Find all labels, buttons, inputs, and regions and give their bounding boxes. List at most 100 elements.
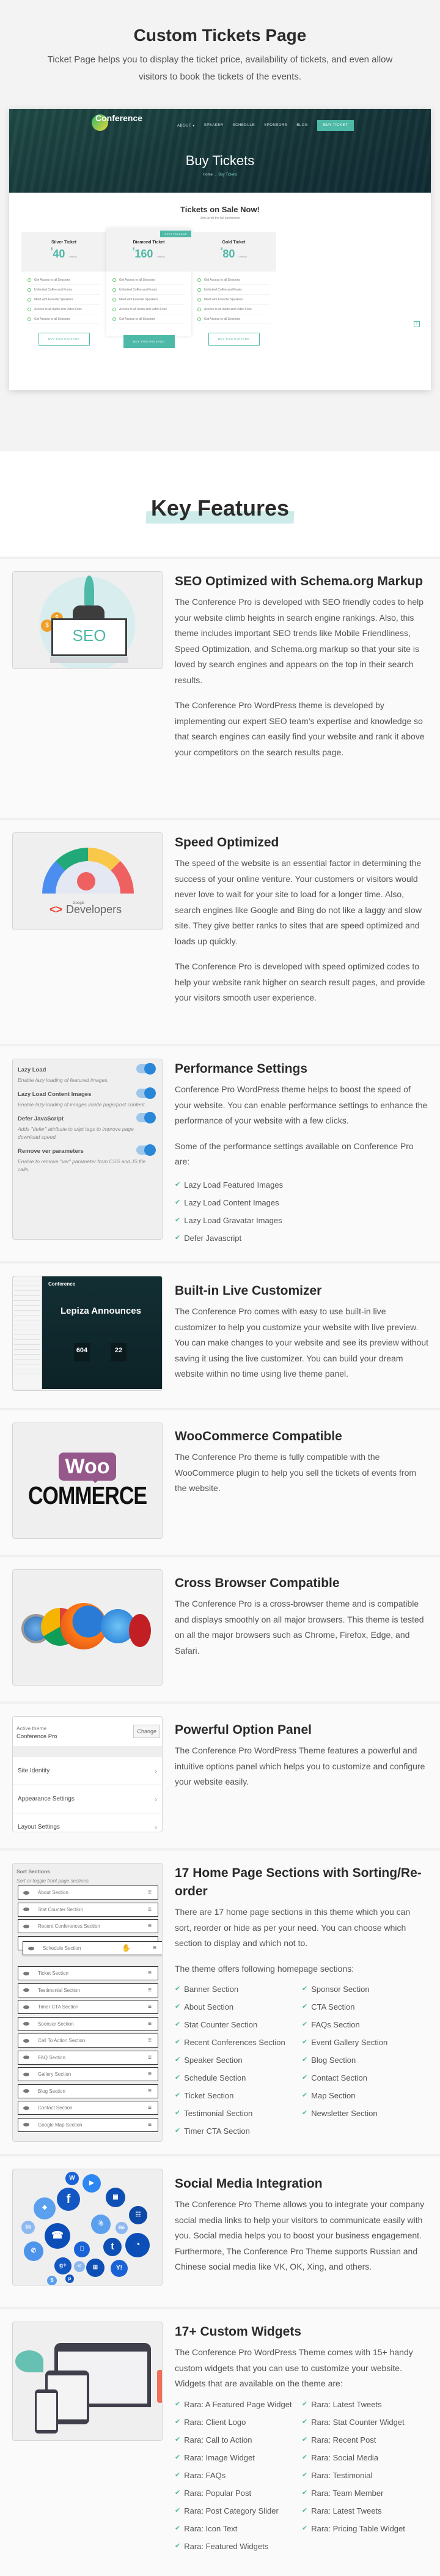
- android-icon: ☃: [91, 2215, 111, 2234]
- sortable-item[interactable]: Ticket Section ≡: [18, 1966, 158, 1980]
- ticket-name: Silver Ticket: [51, 240, 77, 245]
- breadcrumb-home[interactable]: Home: [203, 173, 213, 177]
- tickets-area: Tickets on Sale Now! Join us for the ful…: [9, 193, 431, 390]
- sortable-item[interactable]: Gallery Section ≡: [18, 2067, 158, 2081]
- sortable-item[interactable]: Blog Section ≡: [18, 2084, 158, 2098]
- sortable-item[interactable]: FAQ Section ≡: [18, 2050, 158, 2065]
- list-item: Rara: Team Member: [302, 2484, 429, 2502]
- eye-icon[interactable]: [23, 1890, 29, 1895]
- change-theme-button[interactable]: Change: [133, 1725, 160, 1738]
- drag-handle-icon[interactable]: ≡: [148, 2088, 152, 2095]
- sections-list: Banner SectionAbout SectionStat Counter …: [175, 1980, 429, 2140]
- eye-icon[interactable]: [23, 2072, 29, 2076]
- list-item: Rara: Popular Post: [175, 2484, 302, 2502]
- panel-item-site-identity[interactable]: Site Identity ›: [13, 1757, 162, 1785]
- drag-handle-icon[interactable]: ≡: [148, 2004, 152, 2010]
- toggle-switch[interactable]: [136, 1063, 156, 1075]
- drag-handle-icon[interactable]: ≡: [148, 2021, 152, 2027]
- sortable-item[interactable]: Recent Conferences Section ≡: [18, 1919, 158, 1933]
- feature-title: 17+ Custom Widgets: [175, 2325, 301, 2339]
- sortable-item-dragging[interactable]: Schedule Section ≡ ✋: [23, 1941, 162, 1955]
- list-item: Rara: Pricing Table Widget: [302, 2520, 429, 2537]
- drag-handle-icon[interactable]: ≡: [148, 1987, 152, 1994]
- sortable-item[interactable]: Google Map Section ≡: [18, 2117, 158, 2132]
- sortable-list: About Section ≡ Stat Counter Section ≡ Recen…: [16, 1886, 162, 2132]
- nav-schedule[interactable]: SCHEDULE: [233, 124, 255, 127]
- eye-icon[interactable]: [23, 2022, 29, 2026]
- drag-handle-icon[interactable]: ≡: [148, 2037, 152, 2044]
- sortable-item[interactable]: Call To Action Section ≡: [18, 2034, 158, 2048]
- drag-handle-icon[interactable]: ≡: [148, 2071, 152, 2078]
- nav-sponsors[interactable]: SPONSORS: [264, 124, 287, 127]
- commerce-wordmark: COMMERCE: [28, 1481, 147, 1510]
- cloud-icon: [73, 605, 105, 619]
- feature-item: Meet with Favorite Speakers: [112, 295, 185, 305]
- feature-item: Access to all Audio and Video Files: [28, 305, 100, 314]
- nav-speaker[interactable]: SPEAKER: [204, 124, 224, 127]
- list-item: Rara: Post Category Slider: [175, 2502, 302, 2520]
- eye-icon[interactable]: [23, 2089, 29, 2093]
- ticket-cards: Silver Ticket $40 / person Get Access to…: [21, 228, 277, 348]
- nav-blog[interactable]: BLOG: [296, 124, 308, 127]
- setting-description: Enable lazy loading of featured images.: [18, 1077, 109, 1083]
- ticket-page-screenshot: Conference ABOUT ▾ SPEAKER SCHEDULE SPON…: [9, 109, 431, 390]
- feature-widgets: 17+ Custom Widgets The Conference Pro Wo…: [0, 2307, 440, 2576]
- panel-item-appearance[interactable]: Appearance Settings ›: [13, 1785, 162, 1813]
- feature-item: Get Access to all Sessions: [197, 314, 270, 324]
- sortable-item-label: Recent Conferences Section: [38, 1923, 100, 1929]
- drag-handle-icon[interactable]: ≡: [148, 1889, 152, 1896]
- buy-package-button[interactable]: BUY THIS PACKAGE: [123, 335, 175, 348]
- sortable-item[interactable]: Timer CTA Section ≡: [18, 2000, 158, 2014]
- toggle-switch[interactable]: [136, 1144, 156, 1156]
- setting-row: Defer JavaScript Adds "defer" attribute …: [18, 1112, 157, 1141]
- drag-handle-icon[interactable]: ≡: [148, 2122, 152, 2128]
- drag-handle-icon[interactable]: ≡: [148, 1923, 152, 1930]
- countdown-days: 604: [74, 1343, 90, 1361]
- sortable-item[interactable]: Sponsor Section ≡: [18, 2016, 158, 2031]
- monitor-icon: SEO: [51, 618, 127, 656]
- feature-title: Built-in Live Customizer: [175, 1284, 322, 1298]
- drag-handle-icon[interactable]: ≡: [148, 2104, 152, 2111]
- site-logo[interactable]: Conference: [92, 113, 142, 131]
- drag-handle-icon[interactable]: ≡: [148, 1906, 152, 1913]
- buy-package-button[interactable]: BUY THIS PACKAGE: [208, 333, 260, 346]
- sortable-item-label: Blog Section: [38, 2088, 65, 2094]
- eye-icon[interactable]: [23, 1971, 29, 1975]
- drag-handle-icon[interactable]: ≡: [153, 1945, 156, 1952]
- eye-icon[interactable]: [23, 2123, 29, 2126]
- feature-paragraph: The Conference Pro is developed with SEO…: [175, 597, 424, 685]
- toggle-switch[interactable]: [136, 1112, 156, 1123]
- eye-icon[interactable]: [23, 2005, 29, 2009]
- panel-item-layout[interactable]: Layout Settings ›: [13, 1813, 162, 1832]
- eye-icon[interactable]: [23, 2038, 29, 2043]
- buy-package-button[interactable]: BUY THIS PACKAGE: [38, 333, 90, 346]
- sortable-item[interactable]: Contact Section ≡: [18, 2101, 158, 2115]
- feature-social: ❖ f W ▶ ▣ ☷ in ☎ ☃ Bē ✆  t ◔ g+ < ⊞ Y! …: [0, 2154, 440, 2307]
- side-info-button[interactable]: !: [414, 321, 420, 327]
- nav-about[interactable]: ABOUT ▾: [177, 124, 195, 128]
- feature-paragraph: The Conference Pro is developed with spe…: [175, 961, 425, 1002]
- ticket-price: $160 / person: [133, 248, 165, 260]
- performance-settings-panel: Lazy Load Enable lazy loading of feature…: [12, 1059, 163, 1240]
- eye-icon[interactable]: [23, 2106, 29, 2110]
- skype-icon: S: [47, 2276, 57, 2285]
- eye-icon[interactable]: [23, 2056, 29, 2059]
- wordpress-icon: W: [65, 2172, 79, 2185]
- check-circle-icon: [197, 287, 201, 292]
- sortable-item[interactable]: About Section ≡: [18, 1886, 158, 1900]
- eye-icon[interactable]: [23, 1924, 29, 1928]
- sortable-item[interactable]: Stat Counter Section ≡: [18, 1902, 158, 1917]
- eye-icon[interactable]: [23, 1988, 29, 1992]
- drag-handle-icon[interactable]: ≡: [148, 2054, 152, 2061]
- eye-icon[interactable]: [23, 1908, 29, 1911]
- tumblr-icon: t: [103, 2238, 122, 2256]
- sortable-item[interactable]: Testimonial Section ≡: [18, 1983, 158, 1997]
- eye-icon[interactable]: [28, 1946, 34, 1950]
- toggle-switch[interactable]: [136, 1087, 156, 1099]
- browsers-illustration: [12, 1569, 163, 1686]
- list-item: Rara: Featured Widgets: [175, 2537, 302, 2555]
- check-circle-icon: [197, 278, 201, 282]
- buy-ticket-button[interactable]: BUY TICKET: [317, 120, 354, 131]
- sortable-item-label: Timer CTA Section: [38, 2004, 79, 2010]
- drag-handle-icon[interactable]: ≡: [148, 1970, 152, 1977]
